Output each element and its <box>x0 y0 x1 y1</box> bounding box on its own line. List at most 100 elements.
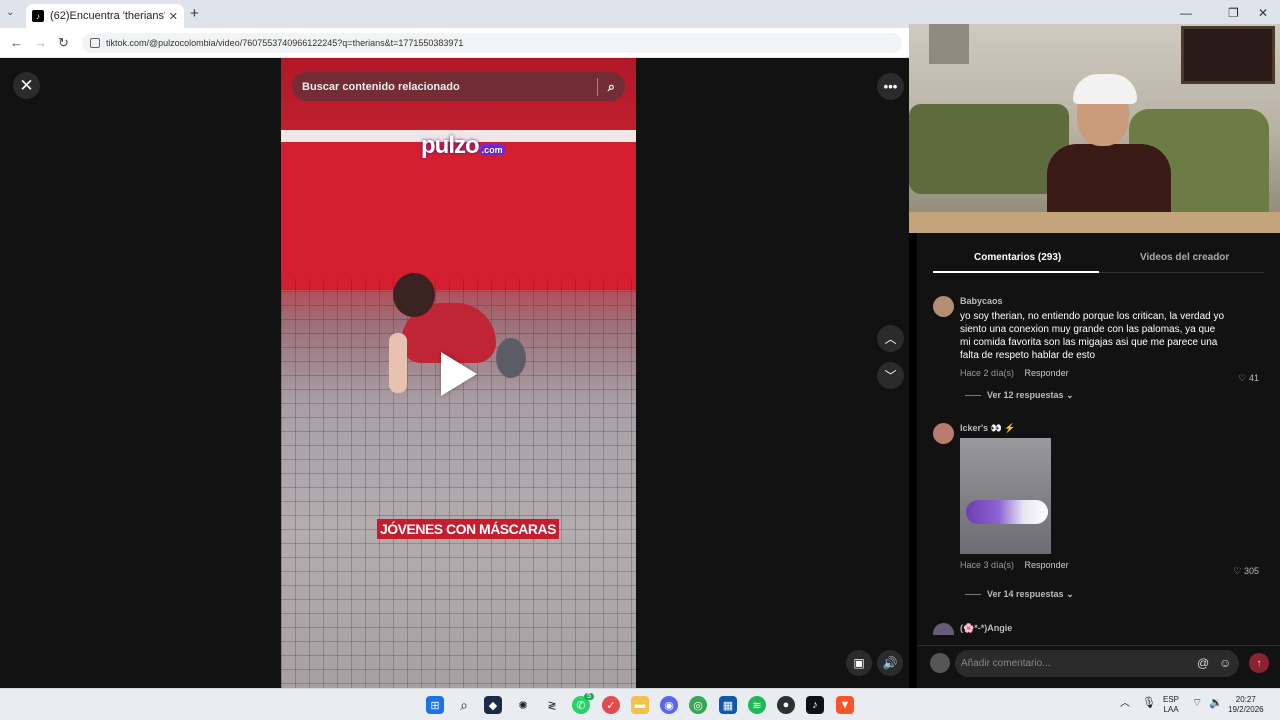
tab-close-icon[interactable]: ✕ <box>169 10 178 23</box>
search-icon[interactable]: ⌕ <box>455 696 473 714</box>
view-replies-button[interactable]: Ver 14 respuestas ⌄ <box>965 589 1074 600</box>
discord-icon[interactable]: ◉ <box>660 696 678 714</box>
pulzo-watermark: pulzo .com <box>421 132 506 160</box>
forward-icon[interactable]: → <box>34 35 47 50</box>
chevron-down-icon: ⌄ <box>1066 589 1074 599</box>
like-count: 305 <box>1243 566 1259 576</box>
view-replies-label: Ver 14 respuestas <box>987 589 1064 599</box>
sofa <box>909 104 1069 194</box>
comment-time: Hace 2 día(s) <box>960 368 1015 378</box>
previous-video-button[interactable]: ︿ <box>877 325 904 352</box>
tab-search-chevron-icon[interactable]: ⌄ <box>6 7 14 18</box>
comments-tabs: Comentarios (293) Videos del creador <box>933 247 1264 273</box>
arrow-up-icon: ↑ <box>1256 657 1262 669</box>
more-options-button[interactable]: ••• <box>877 73 904 100</box>
chevron-down-icon: ⌄ <box>1066 390 1074 400</box>
comment-image[interactable] <box>960 438 1051 554</box>
obs-icon[interactable]: ● <box>777 696 795 714</box>
url-field[interactable]: tiktok.com/@pulzocolombia/video/76075537… <box>82 33 902 53</box>
related-search-placeholder: Buscar contenido relacionado <box>302 80 460 93</box>
floating-player-button[interactable]: ▣ <box>846 650 872 676</box>
tab-comments[interactable]: Comentarios (293) <box>974 252 1061 263</box>
maximize-icon[interactable]: ❐ <box>1228 6 1239 20</box>
windows-taskbar: ⊞ ⌕ ◆ ✺ ≷ ✆ 5 ✓ ▬ ◉ ◎ ▦ ≋ ● ♪ ▼ ︿ 🎙 ESP L… <box>0 688 1280 720</box>
brave-icon[interactable]: ▼ <box>836 696 854 714</box>
heart-icon: ♡ <box>1238 373 1247 383</box>
comments-panel: Comentarios (293) Videos del creador Bab… <box>917 233 1280 688</box>
tray-chevron-icon[interactable]: ︿ <box>1120 699 1130 709</box>
comment-username[interactable]: Icker's 👀 ⚡ <box>960 423 1245 434</box>
reload-icon[interactable]: ↻ <box>58 35 69 51</box>
view-replies-label: Ver 12 respuestas <box>987 390 1064 400</box>
minimize-icon[interactable]: — <box>1180 6 1192 20</box>
tasks-icon[interactable]: ✓ <box>602 696 620 714</box>
current-user-avatar <box>930 653 950 673</box>
url-text: tiktok.com/@pulzocolombia/video/76075537… <box>106 38 464 48</box>
volume-tray-icon[interactable]: 🔉 <box>1209 698 1223 709</box>
comment-username[interactable]: (🌸*-*)Angie <box>960 623 1245 634</box>
app-icon[interactable]: ◆ <box>484 696 502 714</box>
send-comment-button[interactable]: ↑ <box>1249 653 1269 673</box>
avatar[interactable] <box>933 623 954 635</box>
chevron-up-icon: ︿ <box>884 332 897 346</box>
spotify-icon[interactable]: ≋ <box>748 696 766 714</box>
clock-time: 20:27 <box>1235 695 1256 704</box>
comment-input[interactable]: Añadir comentario... @ ☺ <box>955 650 1239 677</box>
comment-time: Hace 3 día(s) <box>960 560 1015 570</box>
browser-tab[interactable]: ♪ (62)Encuentra 'therians' en TikT ✕ <box>26 4 184 28</box>
comment-item: (🌸*-*)Angie <box>933 623 1264 635</box>
volume-button[interactable]: 🔊 <box>877 650 903 676</box>
next-video-button[interactable]: ﹀ <box>877 362 904 389</box>
app2-icon[interactable]: ≷ <box>543 696 561 714</box>
chatgpt-icon[interactable]: ✺ <box>514 696 532 714</box>
tiktok-icon[interactable]: ♪ <box>806 696 824 714</box>
window-close-icon[interactable]: ✕ <box>1258 6 1268 20</box>
comment-username[interactable]: Babycaos <box>960 296 1245 306</box>
related-search-bar[interactable]: Buscar contenido relacionado ⌕ <box>292 72 625 101</box>
avatar[interactable] <box>933 423 954 444</box>
view-replies-button[interactable]: Ver 12 respuestas ⌄ <box>965 390 1074 401</box>
start-icon[interactable]: ⊞ <box>426 696 444 714</box>
mic-tray-icon[interactable]: 🎙 <box>1142 698 1156 709</box>
search-icon[interactable]: ⌕ <box>608 79 615 95</box>
new-tab-icon[interactable]: + <box>190 5 199 22</box>
like-button[interactable]: ♡ 305 <box>1233 566 1259 577</box>
avatar[interactable] <box>933 296 954 317</box>
streamer <box>1047 64 1171 233</box>
chrome-icon[interactable]: ◎ <box>689 696 707 714</box>
comment-text: yo soy therian, no entiendo porque los c… <box>960 311 1225 361</box>
video-player[interactable]: Buscar contenido relacionado ⌕ pulzo .com… <box>281 58 636 688</box>
mention-icon[interactable]: @ <box>1197 656 1209 670</box>
brand-name: pulzo <box>421 132 480 159</box>
comment-input-bar: Añadir comentario... @ ☺ ↑ <box>917 645 1280 688</box>
reply-button[interactable]: Responder <box>1025 560 1069 570</box>
webcam-overlay <box>909 24 1280 233</box>
like-button[interactable]: ♡ 41 <box>1238 373 1259 384</box>
brand-suffix: .com <box>478 144 506 156</box>
tiktok-video-page: ✕ Buscar contenido relacionado ⌕ pulzo .c… <box>0 58 909 688</box>
close-video-button[interactable]: ✕ <box>13 72 40 99</box>
heart-icon: ♡ <box>1233 566 1242 576</box>
network-icon[interactable]: ⌔ <box>1192 698 1202 709</box>
wall-picture <box>1181 26 1275 84</box>
store-icon[interactable]: ▦ <box>719 696 737 714</box>
active-tab-indicator <box>933 271 1099 273</box>
comment-input-placeholder: Añadir comentario... <box>961 658 1051 669</box>
emoji-icon[interactable]: ☺ <box>1219 656 1231 670</box>
whatsapp-badge: 5 <box>584 693 594 700</box>
play-icon[interactable] <box>441 352 477 396</box>
file-explorer-icon[interactable]: ▬ <box>631 696 649 714</box>
clock-date: 19/2/2026 <box>1228 705 1264 714</box>
tiktok-favicon-icon: ♪ <box>32 10 44 22</box>
site-info-icon[interactable] <box>90 38 100 48</box>
language-code: ESP <box>1163 695 1180 704</box>
clock[interactable]: 20:27 19/2/2026 <box>1228 695 1264 715</box>
tab-creator-videos[interactable]: Videos del creador <box>1140 252 1229 263</box>
chevron-down-icon: ﹀ <box>884 369 897 383</box>
language-indicator[interactable]: ESP LAA <box>1163 695 1179 715</box>
video-background-counter <box>281 140 636 290</box>
back-icon[interactable]: ← <box>10 35 23 50</box>
pip-icon: ▣ <box>853 656 865 670</box>
reply-button[interactable]: Responder <box>1025 368 1069 378</box>
more-dots-icon: ••• <box>883 79 898 94</box>
